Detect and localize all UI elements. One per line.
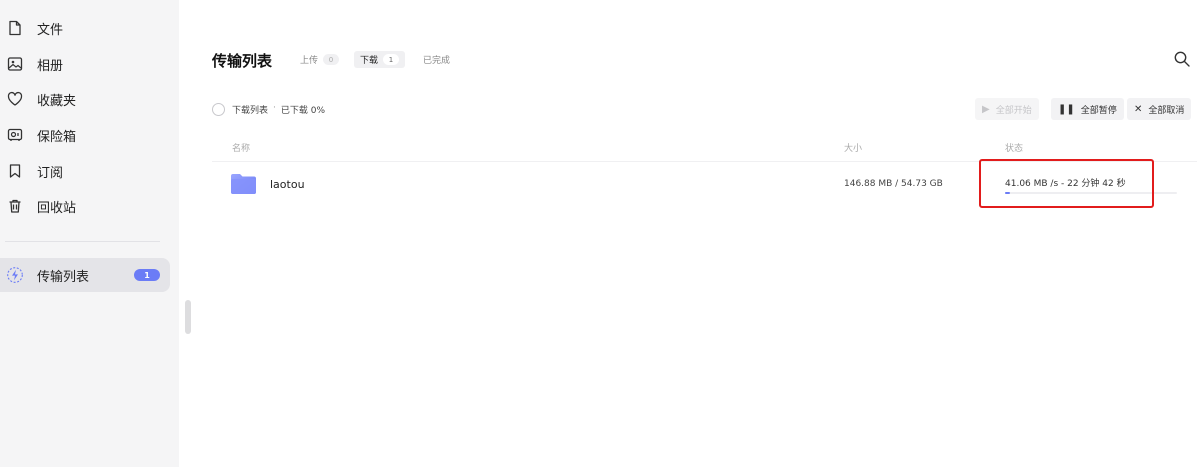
select-all-checkbox[interactable] [212, 103, 225, 116]
sidebar-item-files[interactable]: 文件 [0, 11, 170, 45]
sidebar-item-favorites[interactable]: 收藏夹 [0, 82, 170, 116]
sidebar-divider [5, 241, 160, 242]
pause-all-button[interactable]: ❚❚ 全部暂停 [1051, 98, 1124, 120]
tab-count-badge: 0 [323, 54, 340, 65]
search-icon [1173, 51, 1191, 72]
file-name: laotou [270, 178, 305, 191]
heart-icon [6, 90, 24, 108]
folder-icon [231, 174, 256, 194]
sidebar-item-safe[interactable]: 保险箱 [0, 118, 170, 152]
tab-completed[interactable]: 已完成 [423, 51, 450, 68]
tab-label: 上传 [300, 56, 319, 66]
progress-bar [1005, 192, 1177, 194]
page-title: 传输列表 [212, 52, 273, 70]
transfer-count-badge: 1 [134, 269, 160, 281]
tab-upload[interactable]: 上传 0 [300, 51, 340, 68]
sidebar-item-label: 收藏夹 [37, 93, 77, 109]
summary-separator: · [273, 103, 276, 113]
close-icon: ✕ [1134, 103, 1143, 115]
safe-icon [6, 126, 24, 144]
button-label: 全部开始 [995, 105, 1032, 116]
pause-icon: ❚❚ [1058, 103, 1075, 115]
progress-fill [1005, 192, 1010, 194]
search-button[interactable] [1173, 50, 1191, 68]
photo-icon [6, 55, 24, 73]
tab-download[interactable]: 下载 1 [354, 51, 406, 68]
trash-icon [6, 197, 24, 215]
transfer-status: 41.06 MB /s - 22 分钟 42 秒 [1005, 179, 1126, 189]
sidebar-item-label: 回收站 [37, 200, 77, 216]
lightning-icon [6, 266, 24, 284]
sidebar-item-label: 文件 [37, 22, 64, 38]
column-header-size: 大小 [844, 144, 863, 154]
tab-label: 下载 [360, 56, 379, 66]
file-size: 146.88 MB / 54.73 GB [844, 179, 943, 189]
sidebar-item-label: 订阅 [37, 165, 64, 181]
table-row[interactable]: laotou 146.88 MB / 54.73 GB 41.06 MB /s … [212, 162, 1197, 206]
column-header-name: 名称 [232, 144, 251, 154]
column-header-status: 状态 [1005, 144, 1024, 154]
sidebar-item-label: 相册 [37, 58, 64, 74]
sidebar-item-subscriptions[interactable]: 订阅 [0, 154, 170, 188]
sidebar-item-transfer-list[interactable]: 传输列表 1 [0, 258, 170, 292]
sidebar-resize-handle[interactable] [185, 300, 191, 334]
download-progress-text: 已下载 0% [280, 106, 326, 116]
play-icon: ▶ [982, 103, 990, 115]
cancel-all-button[interactable]: ✕ 全部取消 [1127, 98, 1192, 120]
download-summary: 下载列表 · 已下载 0% [232, 103, 325, 116]
bookmark-icon [6, 162, 24, 180]
tab-label: 已完成 [423, 56, 451, 66]
sidebar: 文件 相册 收藏夹 保险箱 订阅 回收站 传输列表 1 [0, 0, 179, 467]
button-label: 全部暂停 [1080, 105, 1117, 116]
file-icon [6, 19, 24, 37]
start-all-button[interactable]: ▶ 全部开始 [975, 98, 1039, 120]
sidebar-item-label: 保险箱 [37, 129, 77, 145]
button-label: 全部取消 [1148, 105, 1185, 116]
sidebar-item-label: 传输列表 [37, 269, 90, 285]
sidebar-item-trash[interactable]: 回收站 [0, 189, 170, 223]
sidebar-item-photos[interactable]: 相册 [0, 47, 170, 81]
download-list-label: 下载列表 [232, 106, 269, 116]
tab-count-badge: 1 [383, 54, 400, 65]
